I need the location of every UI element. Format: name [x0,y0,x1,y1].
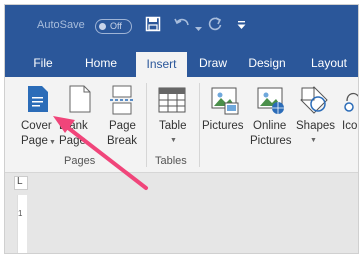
undo-icon[interactable] [173,16,193,35]
table-label: Table [159,120,187,132]
shapes-button[interactable]: Shapes ▼ [293,77,335,155]
cover-page-button[interactable]: Cover Page ▼ [15,77,59,155]
tables-group-label: Tables [155,155,187,167]
blank-page-icon [69,85,91,116]
page-break-icon [110,85,134,118]
tab-home[interactable]: Home [77,49,125,77]
shapes-dropdown-icon: ▼ [310,137,317,144]
online-pictures-label-1: Online [253,120,287,132]
cover-page-icon [27,85,49,116]
group-separator [199,83,200,167]
tab-selector[interactable]: L [14,176,28,190]
document-area: L 1 [5,173,358,253]
tab-insert[interactable]: Insert [136,52,187,77]
page-break-label-2: Break [107,135,138,147]
blank-page-label-2: Page [59,135,86,147]
toggle-knob [99,23,106,30]
shapes-label: Shapes [296,120,336,132]
cover-page-label-2: Page [21,135,48,147]
title-bar: AutoSave Off [5,5,358,49]
icons-icon [341,87,358,118]
table-dropdown-icon: ▼ [170,137,177,144]
online-pictures-button[interactable]: Online Pictures [249,77,293,155]
blank-page-button[interactable]: Blank Page [59,77,97,155]
tab-design[interactable]: Design [243,49,291,77]
undo-dropdown-icon[interactable] [195,21,202,35]
tab-file[interactable]: File [23,49,63,77]
cover-page-dropdown-icon: ▼ [49,139,56,146]
save-icon[interactable] [145,16,161,35]
page-break-button[interactable]: Page Break [101,77,141,155]
pictures-icon [211,87,239,118]
page-break-label-1: Page [109,120,136,132]
ruler-tick-label: 1 [18,209,23,218]
table-button[interactable]: Table ▼ [150,77,196,155]
online-pictures-label-2: Pictures [250,135,292,147]
tab-draw[interactable]: Draw [193,49,233,77]
autosave-toggle[interactable]: Off [95,19,132,34]
pictures-button[interactable]: Pictures [201,77,249,155]
pages-group-label: Pages [64,155,96,167]
ribbon: Cover Page ▼ Blank Page Page Break Pages… [5,77,358,173]
toggle-state: Off [110,21,122,31]
table-icon [158,87,186,116]
word-window: AutoSave Off File Home Insert Draw Desig… [4,4,359,254]
cover-page-label-1: Cover [21,120,52,132]
icons-button[interactable]: Ico [335,77,358,155]
redo-icon[interactable] [207,16,223,35]
tab-layout[interactable]: Layout [301,49,357,77]
ribbon-tabs: File Home Insert Draw Design Layout [5,49,358,77]
group-separator [146,83,147,167]
icons-label: Ico [342,120,358,132]
tab-selector-mark: L [17,176,23,187]
vertical-ruler: 1 [17,195,27,253]
autosave-label: AutoSave [37,19,85,31]
pictures-label: Pictures [202,120,244,132]
blank-page-label-1: Blank [59,120,88,132]
shapes-icon [299,85,329,118]
customize-qat-icon[interactable] [237,19,246,33]
online-pictures-icon [257,87,285,118]
